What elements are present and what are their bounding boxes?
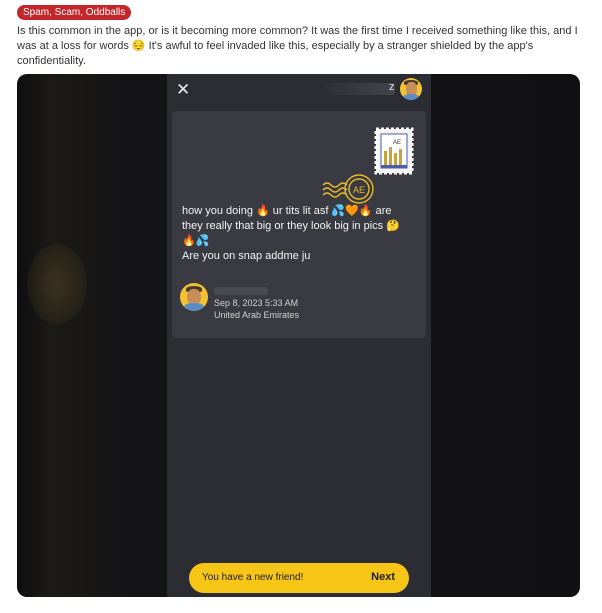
app-screenshot: ✕ z AE AE how you doing 🔥 ur tits lit as… (167, 74, 431, 597)
redacted-sender-name (214, 287, 268, 295)
postmark-code: AE (353, 185, 365, 195)
new-friend-text: You have a new friend! (202, 572, 304, 583)
sent-timestamp: Sep 8, 2023 5:33 AM (214, 298, 299, 308)
header-avatar[interactable] (400, 78, 422, 100)
post-image[interactable]: ✕ z AE AE how you doing 🔥 ur tits lit as… (17, 74, 580, 597)
message-line: they really that big or they look big in… (182, 220, 400, 232)
stamp-icon: AE AE (321, 125, 417, 211)
message-line: Are you on snap addme ju (182, 250, 311, 262)
new-friend-bar[interactable]: You have a new friend! Next (189, 563, 409, 593)
username-suffix: z (389, 81, 395, 93)
stamp-code: AE (393, 140, 401, 146)
message-line: 🔥💦 (182, 235, 210, 247)
next-button[interactable]: Next (371, 571, 395, 583)
post-body-text: Is this common in the app, or is it beco… (17, 25, 578, 67)
message-meta: Sep 8, 2023 5:33 AM United Arab Emirates (214, 297, 299, 321)
background-blur (27, 244, 87, 324)
message-text: how you doing 🔥 ur tits lit asf 💦🧡🔥 are … (182, 204, 422, 264)
redacted-username (317, 83, 395, 95)
sender-location: United Arab Emirates (214, 310, 300, 320)
close-icon[interactable]: ✕ (176, 80, 190, 100)
sender-avatar[interactable] (180, 283, 208, 311)
post-flair-badge[interactable]: Spam, Scam, Oddballs (17, 5, 132, 20)
letter-card: AE AE how you doing 🔥 ur tits lit asf 💦🧡… (172, 111, 426, 338)
message-line: how you doing 🔥 ur tits lit asf 💦🧡🔥 are (182, 205, 392, 217)
